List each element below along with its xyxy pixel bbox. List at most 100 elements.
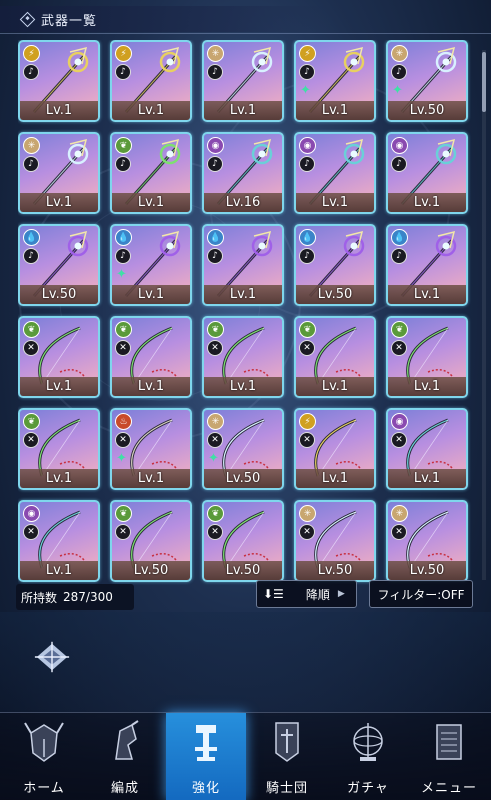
weapon-card[interactable]: 💧 ♪ Lv.50 <box>294 224 376 306</box>
weapon-level: Lv.1 <box>45 103 73 118</box>
staff-type-icon: ♪ <box>299 156 315 172</box>
water-element-icon: 💧 <box>391 229 408 246</box>
weapon-card[interactable]: ⚡ ♪ ✦ Lv.1 <box>294 40 376 122</box>
weapon-card[interactable]: ❦ ✕ Lv.1 <box>18 316 100 398</box>
weapon-card[interactable]: ◉ ♪ Lv.1 <box>386 132 468 214</box>
banner-icon <box>275 722 299 762</box>
level-bar: Lv.50 <box>20 285 98 304</box>
weapon-level: Lv.1 <box>229 287 257 302</box>
wind-element-icon: ❦ <box>23 321 40 338</box>
staff-type-icon: ♪ <box>23 248 39 264</box>
weapon-level: Lv.1 <box>413 195 441 210</box>
weapon-card[interactable]: ✳ ♪ ✦ Lv.50 <box>386 40 468 122</box>
nav-item-home[interactable]: ホーム <box>4 713 84 800</box>
weapon-card[interactable]: ✳ ✕ Lv.50 <box>294 500 376 582</box>
weapon-card[interactable]: ◉ ♪ Lv.1 <box>294 132 376 214</box>
bow-type-icon: ✕ <box>299 340 315 356</box>
weapon-level: Lv.1 <box>45 471 73 486</box>
wind-element-icon: ❦ <box>23 413 40 430</box>
weapon-card[interactable]: ❦ ♪ Lv.1 <box>110 132 192 214</box>
level-bar: Lv.1 <box>20 469 98 488</box>
sort-order-label: 降順 <box>305 587 330 602</box>
inventory-count-value: 287/300 <box>63 590 113 604</box>
gem-icon: ✦ <box>116 267 127 282</box>
scrollbar-thumb[interactable] <box>482 52 486 112</box>
lightning-element-icon: ⚡ <box>115 45 132 62</box>
weapon-card[interactable]: 💧 ♪ Lv.50 <box>18 224 100 306</box>
bow-type-icon: ✕ <box>207 340 223 356</box>
weapon-card[interactable]: ✳ ✕ Lv.50 <box>386 500 468 582</box>
level-bar: Lv.50 <box>296 561 374 580</box>
weapon-card[interactable]: ◉ ✕ Lv.1 <box>18 500 100 582</box>
level-bar: Lv.1 <box>20 193 98 212</box>
level-bar: Lv.50 <box>388 561 466 580</box>
weapon-card[interactable]: ❦ ✕ Lv.1 <box>386 316 468 398</box>
level-bar: Lv.1 <box>20 101 98 120</box>
weapon-card[interactable]: ❦ ✕ Lv.1 <box>294 316 376 398</box>
wind-element-icon: ❦ <box>207 505 224 522</box>
level-bar: Lv.1 <box>296 469 374 488</box>
weapon-card[interactable]: ♨ ✕ ✦ Lv.1 <box>110 408 192 490</box>
wind-element-icon: ❦ <box>391 321 408 338</box>
gem-icon: ✦ <box>116 451 127 466</box>
level-bar: Lv.50 <box>112 561 190 580</box>
level-bar: Lv.1 <box>388 377 466 396</box>
staff-type-icon: ♪ <box>115 248 131 264</box>
nav-item-menu[interactable]: メニュー <box>409 713 489 800</box>
nav-label-home: ホーム <box>23 781 65 796</box>
weapon-level: Lv.1 <box>321 471 349 486</box>
weapon-card[interactable]: ◉ ✕ Lv.1 <box>386 408 468 490</box>
weapon-level: Lv.1 <box>45 563 73 578</box>
bow-type-icon: ✕ <box>391 432 407 448</box>
weapon-level: Lv.50 <box>225 563 261 578</box>
weapon-card[interactable]: 💧 ♪ ✦ Lv.1 <box>110 224 192 306</box>
weapon-card[interactable]: ❦ ✕ Lv.50 <box>202 500 284 582</box>
weapon-level: Lv.1 <box>45 379 73 394</box>
level-bar: Lv.1 <box>112 285 190 304</box>
weapon-card[interactable]: ⚡ ♪ Lv.1 <box>18 40 100 122</box>
weapon-card[interactable]: ❦ ✕ Lv.50 <box>110 500 192 582</box>
level-bar: Lv.1 <box>204 101 282 120</box>
weapon-level: Lv.1 <box>321 379 349 394</box>
weapon-level: Lv.50 <box>41 287 77 302</box>
level-bar: Lv.1 <box>20 377 98 396</box>
weapon-card[interactable]: ✳ ♪ Lv.1 <box>202 40 284 122</box>
weapon-card[interactable]: ✳ ♪ Lv.1 <box>18 132 100 214</box>
nav-item-order[interactable]: 騎士団 <box>247 713 327 800</box>
nav-item-enhance[interactable]: 強化 <box>166 713 246 800</box>
weapon-card[interactable]: 💧 ♪ Lv.1 <box>202 224 284 306</box>
nav-label-formation: 編成 <box>110 781 139 796</box>
weapon-card[interactable]: 💧 ♪ Lv.1 <box>386 224 468 306</box>
weapon-level: Lv.1 <box>229 379 257 394</box>
bow-type-icon: ✕ <box>207 432 223 448</box>
nav-label-order: 騎士団 <box>265 781 308 796</box>
nav-item-formation[interactable]: 編成 <box>85 713 165 800</box>
level-bar: Lv.1 <box>388 285 466 304</box>
weapon-card[interactable]: ⚡ ✕ Lv.1 <box>294 408 376 490</box>
water-element-icon: 💧 <box>115 229 132 246</box>
page-header: 武器一覧 <box>0 6 330 32</box>
weapon-card[interactable]: ❦ ✕ Lv.1 <box>202 316 284 398</box>
astrolabe-icon <box>353 723 383 761</box>
level-bar: Lv.1 <box>296 101 374 120</box>
book-icon <box>436 724 462 760</box>
staff-type-icon: ♪ <box>207 156 223 172</box>
weapon-card[interactable]: ⚡ ♪ Lv.1 <box>110 40 192 122</box>
weapon-card[interactable]: ◉ ♪ Lv.16 <box>202 132 284 214</box>
filter-button[interactable]: フィルター:OFF <box>369 580 473 608</box>
level-bar: Lv.1 <box>204 377 282 396</box>
gem-icon: ✦ <box>392 83 403 98</box>
water-element-icon: 💧 <box>207 229 224 246</box>
guild-crest-icon <box>34 641 70 673</box>
level-bar: Lv.1 <box>204 285 282 304</box>
weapon-card[interactable]: ❦ ✕ Lv.1 <box>18 408 100 490</box>
sort-order-button[interactable]: ⬇☰ 降順 ▶ <box>256 580 357 608</box>
weapon-card[interactable]: ✳ ✕ ✦ Lv.50 <box>202 408 284 490</box>
diamond-icon <box>19 11 36 27</box>
nav-item-gacha[interactable]: ガチャ <box>328 713 408 800</box>
weapon-card[interactable]: ❦ ✕ Lv.1 <box>110 316 192 398</box>
level-bar: Lv.1 <box>296 193 374 212</box>
lower-panel <box>0 612 491 712</box>
weapon-level: Lv.1 <box>137 379 165 394</box>
scrollbar-track[interactable] <box>482 50 486 580</box>
